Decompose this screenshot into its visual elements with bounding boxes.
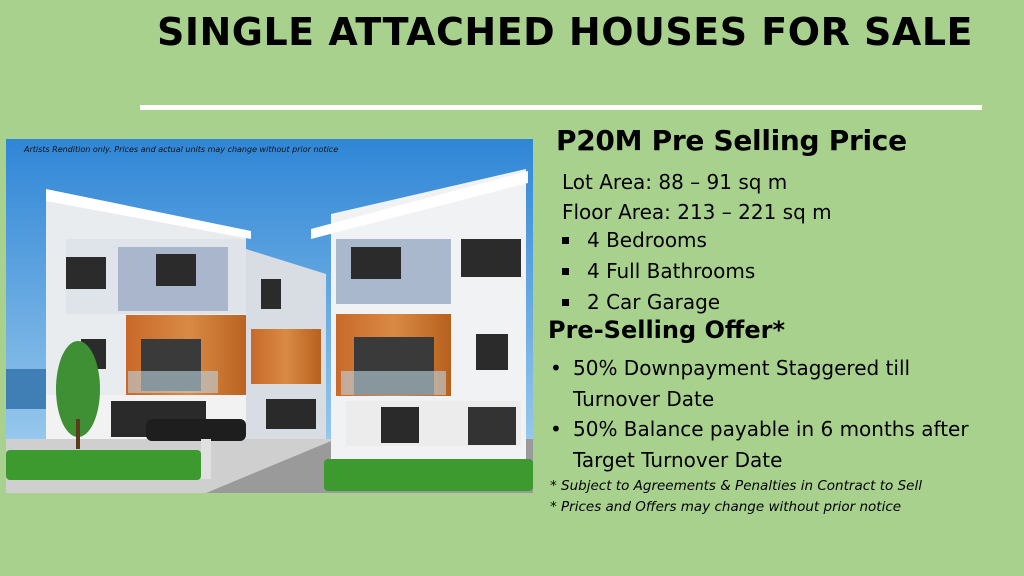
floor-area: Floor Area: 213 – 221 sq m bbox=[562, 200, 832, 224]
round-bullet-icon: • bbox=[550, 417, 562, 441]
lot-area: Lot Area: 88 – 91 sq m bbox=[562, 170, 788, 194]
square-bullet-icon bbox=[562, 236, 569, 244]
footnote: * Subject to Agreements & Penalties in C… bbox=[550, 478, 922, 494]
page-title: SINGLE ATTACHED HOUSES FOR SALE bbox=[156, 10, 974, 54]
image-disclaimer: Artists Rendition only. Prices and actua… bbox=[24, 145, 339, 154]
offer-bullet: • 50% Downpayment Staggered till Turnove… bbox=[550, 353, 990, 415]
offer-heading: Pre-Selling Offer* bbox=[548, 316, 786, 344]
feature-label: 2 Car Garage bbox=[587, 290, 721, 314]
title-divider bbox=[140, 105, 982, 110]
footnote: * Prices and Offers may change without p… bbox=[550, 499, 902, 515]
feature-label: 4 Full Bathrooms bbox=[587, 259, 756, 283]
round-bullet-icon: • bbox=[550, 356, 562, 380]
price-heading: P20M Pre Selling Price bbox=[556, 124, 907, 157]
house-rendering-image: Artists Rendition only. Prices and actua… bbox=[6, 139, 533, 493]
feature-item: 4 Full Bathrooms bbox=[562, 259, 755, 283]
offer-bullet-line2: Target Turnover Date bbox=[573, 448, 783, 472]
feature-label: 4 Bedrooms bbox=[587, 228, 707, 252]
offer-bullet-line1: 50% Downpayment Staggered till bbox=[573, 356, 911, 380]
feature-item: 4 Bedrooms bbox=[562, 228, 707, 252]
square-bullet-icon bbox=[562, 298, 569, 306]
offer-bullet: • 50% Balance payable in 6 months after … bbox=[550, 414, 990, 476]
feature-item: 2 Car Garage bbox=[562, 290, 720, 314]
square-bullet-icon bbox=[562, 267, 569, 275]
offer-bullet-line2: Turnover Date bbox=[573, 387, 715, 411]
offer-bullet-line1: 50% Balance payable in 6 months after bbox=[573, 417, 969, 441]
